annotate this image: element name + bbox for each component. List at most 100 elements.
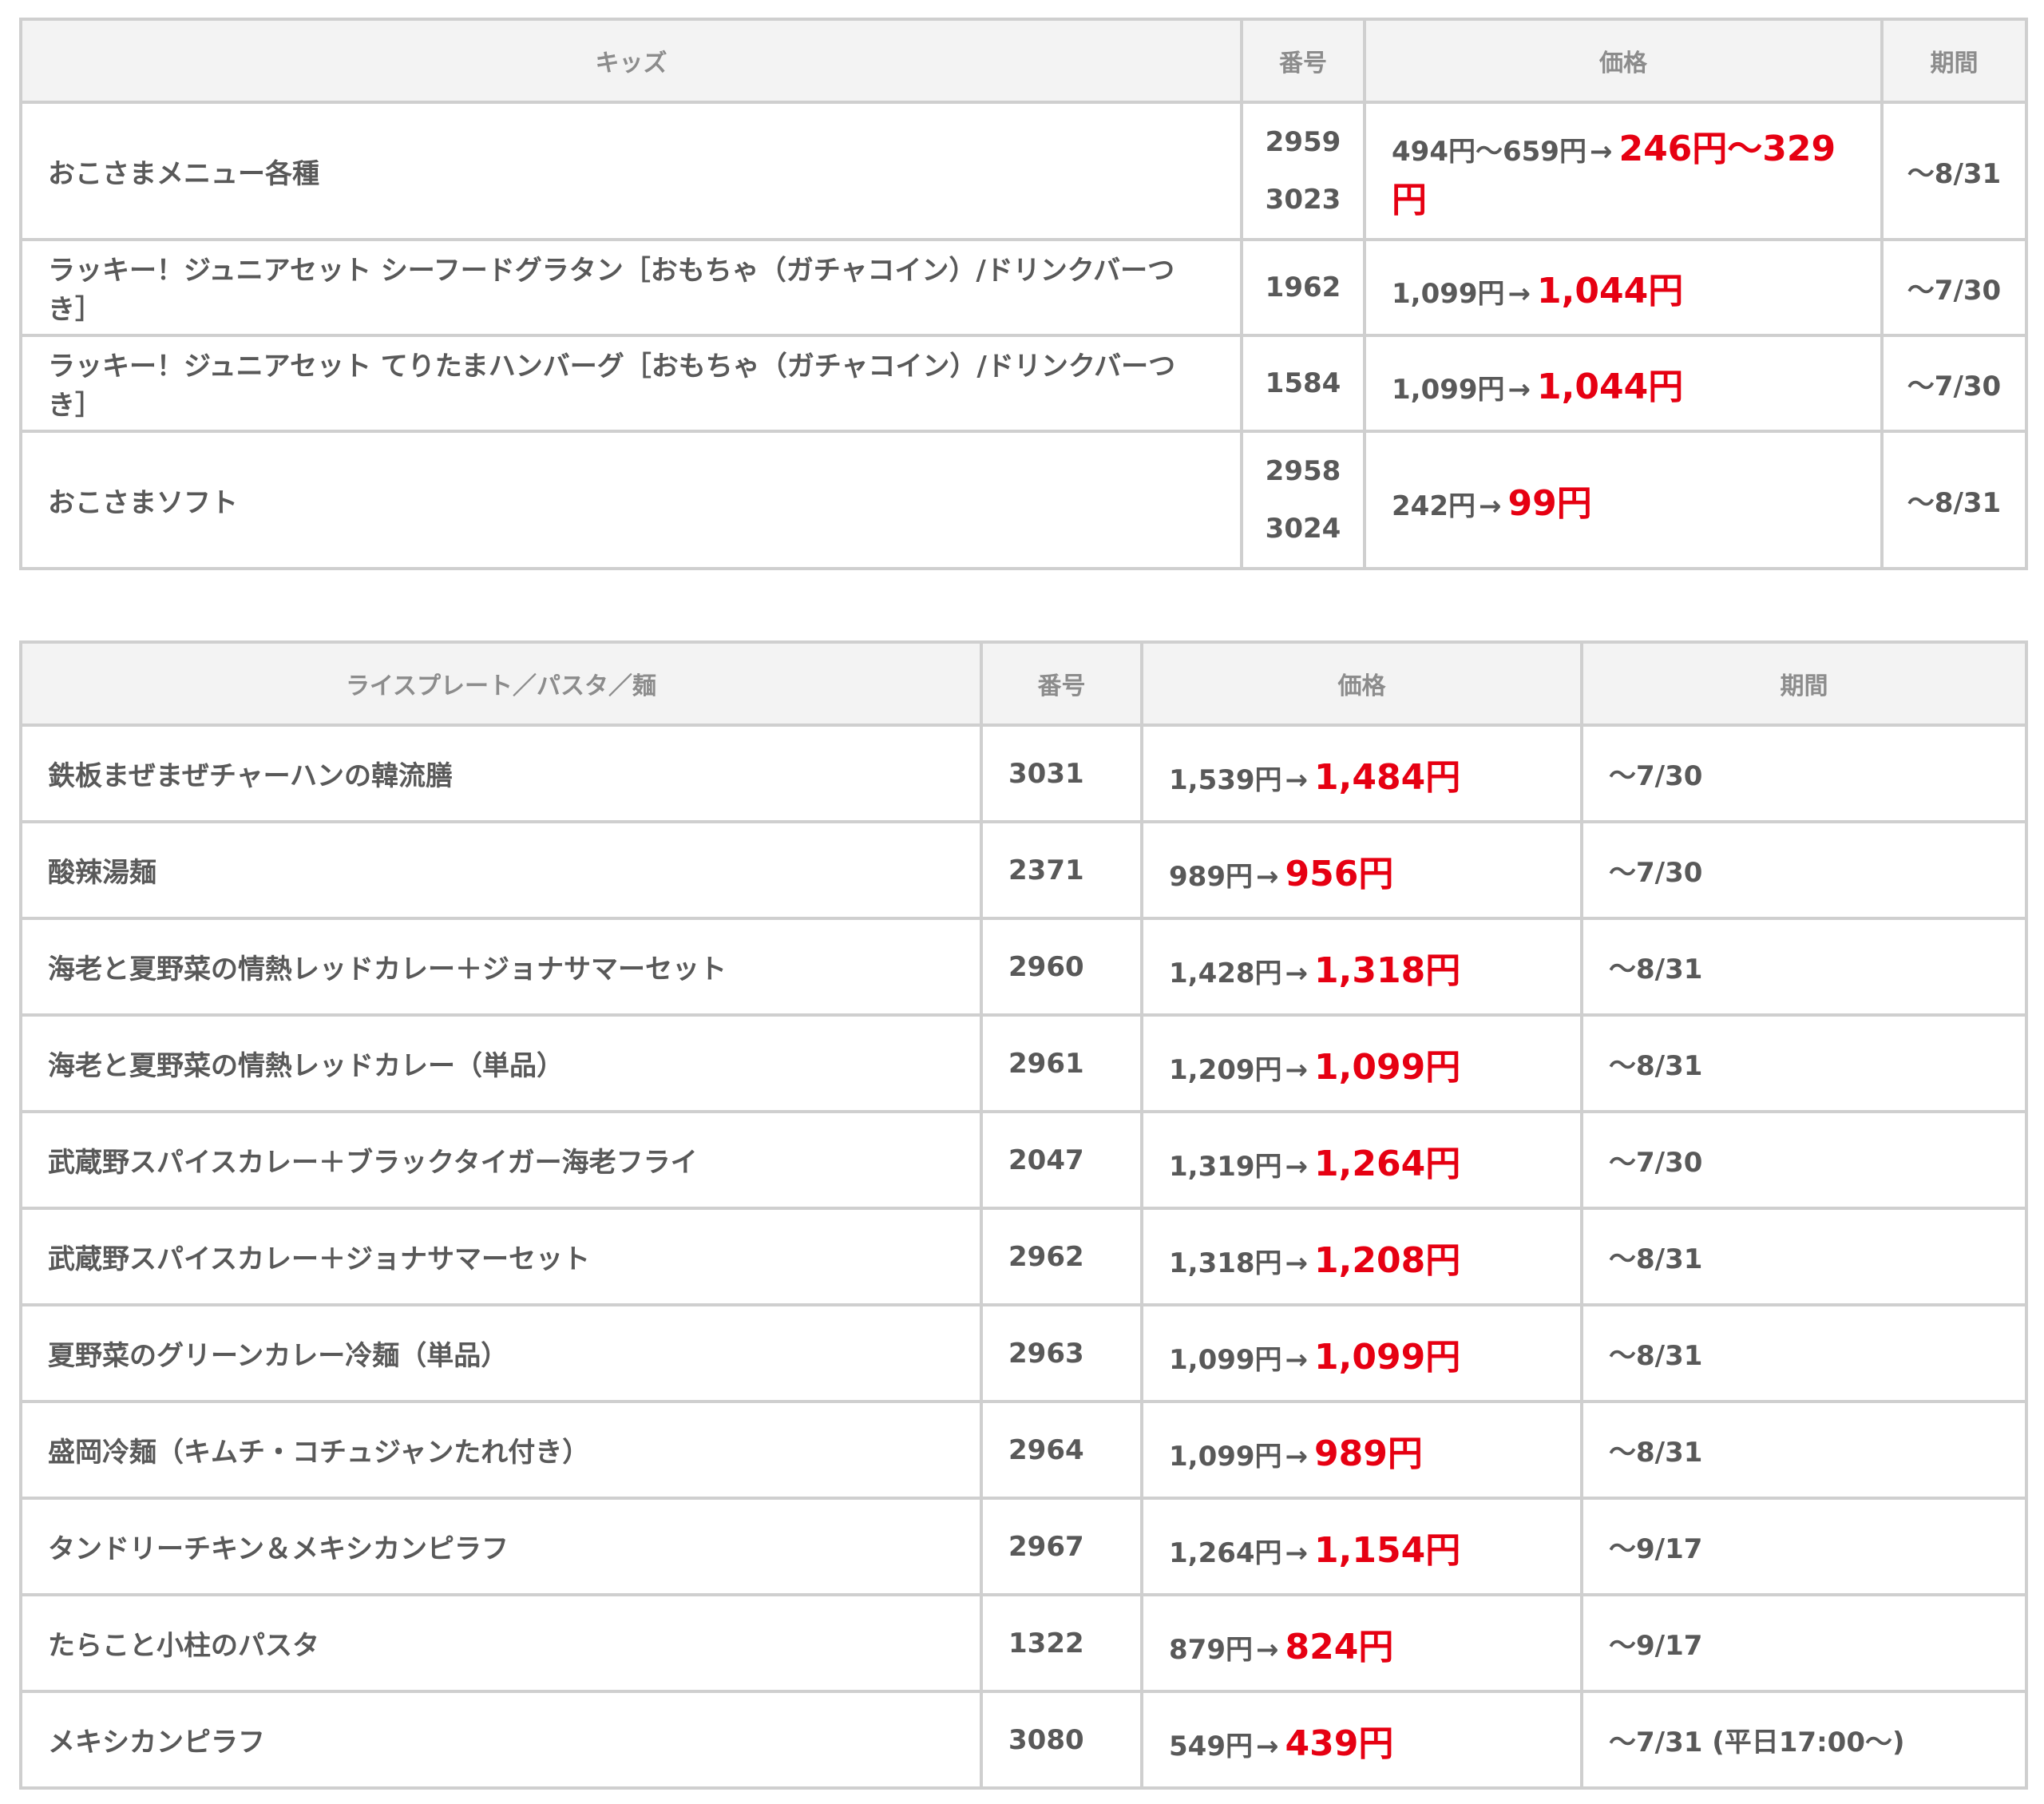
header-period: 期間 bbox=[1580, 640, 2028, 727]
price-cell: 989円 → 956円 bbox=[1140, 820, 1583, 920]
arrow-icon: → bbox=[1285, 1343, 1309, 1376]
table-row: 海老と夏野菜の情熱レッドカレー＋ジョナサマーセット 2960 1,428円 → 1,31… bbox=[19, 917, 2028, 1017]
arrow-icon: → bbox=[1285, 1053, 1309, 1086]
period: ～7/30 bbox=[1580, 1110, 2028, 1210]
old-price: 879円 bbox=[1169, 1633, 1253, 1666]
header-price: 価格 bbox=[1363, 18, 1884, 104]
item-number-cell: 3031 bbox=[980, 724, 1143, 823]
item-name: タンドリーチキン＆メキシカンピラフ bbox=[19, 1497, 983, 1596]
item-name: おこさまソフト bbox=[19, 430, 1243, 570]
item-number-cell: 3080 bbox=[980, 1690, 1143, 1790]
sale-price: 99円 bbox=[1507, 483, 1592, 524]
old-price: 494円～659円 bbox=[1392, 136, 1586, 168]
header-period: 期間 bbox=[1880, 18, 2028, 104]
item-number: 2963 bbox=[1008, 1337, 1084, 1370]
table-row: おこさまメニュー各種 2959 3023 494円～659円 → 246円～329円 ～8/… bbox=[19, 101, 2028, 241]
price-cell: 1,539円 → 1,484円 bbox=[1140, 724, 1583, 823]
arrow-icon: → bbox=[1255, 860, 1279, 893]
rice-pasta-noodle-table: ライスプレート／パスタ／麺 番号 価格 期間 鉄板まぜまぜチャーハンの韓流膳 30… bbox=[19, 640, 2028, 1790]
sale-price: 1,154円 bbox=[1314, 1529, 1461, 1571]
price-cell: 1,319円 → 1,264円 bbox=[1140, 1110, 1583, 1210]
item-name: ラッキー！ジュニアセット シーフードグラタン［おもちゃ（ガチャコイン）/ドリンク… bbox=[19, 238, 1243, 337]
arrow-icon: → bbox=[1478, 490, 1502, 522]
price-cell: 879円 → 824円 bbox=[1140, 1593, 1583, 1693]
item-name: 海老と夏野菜の情熱レッドカレー（単品） bbox=[19, 1013, 983, 1113]
sale-price: 956円 bbox=[1285, 853, 1394, 894]
period: ～8/31 bbox=[1880, 430, 2028, 570]
period: ～7/30 bbox=[1580, 820, 2028, 920]
period: ～8/31 bbox=[1580, 917, 2028, 1017]
sale-price: 1,099円 bbox=[1314, 1336, 1461, 1378]
old-price: 1,099円 bbox=[1169, 1440, 1282, 1473]
item-number-cell: 2958 3024 bbox=[1240, 430, 1366, 570]
price-cell: 494円～659円 → 246円～329円 bbox=[1363, 101, 1884, 241]
old-price: 549円 bbox=[1169, 1730, 1253, 1762]
arrow-icon: → bbox=[1255, 1633, 1279, 1666]
header-category: キッズ bbox=[19, 18, 1243, 104]
period: ～8/31 bbox=[1880, 101, 2028, 241]
table-header-row: ライスプレート／パスタ／麺 番号 価格 期間 bbox=[19, 640, 2028, 727]
old-price: 1,318円 bbox=[1169, 1247, 1282, 1279]
item-name: ラッキー！ジュニアセット てりたまハンバーグ［おもちゃ（ガチャコイン）/ドリンク… bbox=[19, 334, 1243, 433]
item-number: 3031 bbox=[1008, 757, 1084, 790]
item-number-cell: 1584 bbox=[1240, 334, 1366, 433]
item-number: 2962 bbox=[1008, 1240, 1084, 1273]
item-number: 3024 bbox=[1265, 513, 1341, 545]
table-row: 鉄板まぜまぜチャーハンの韓流膳 3031 1,539円 → 1,484円 ～7/30 bbox=[19, 724, 2028, 823]
table-row: ラッキー！ジュニアセット シーフードグラタン［おもちゃ（ガチャコイン）/ドリンク… bbox=[19, 238, 2028, 337]
sale-price: 1,318円 bbox=[1314, 950, 1461, 991]
item-number-cell: 2963 bbox=[980, 1303, 1143, 1403]
item-number: 1962 bbox=[1265, 272, 1341, 303]
price-cell: 1,099円 → 1,044円 bbox=[1363, 334, 1884, 433]
item-number-cell: 2371 bbox=[980, 820, 1143, 920]
item-number: 1322 bbox=[1008, 1627, 1084, 1659]
table-row: 夏野菜のグリーンカレー冷麺（単品） 2963 1,099円 → 1,099円 ～8/31 bbox=[19, 1303, 2028, 1403]
header-number: 番号 bbox=[1240, 18, 1366, 104]
item-number: 3080 bbox=[1008, 1723, 1084, 1756]
sale-price: 989円 bbox=[1314, 1433, 1423, 1474]
item-number: 1584 bbox=[1265, 367, 1341, 399]
arrow-icon: → bbox=[1285, 1440, 1309, 1473]
arrow-icon: → bbox=[1285, 1247, 1309, 1279]
period: ～8/31 bbox=[1580, 1400, 2028, 1500]
price-cell: 1,099円 → 1,044円 bbox=[1363, 238, 1884, 337]
table-row: 盛岡冷麺（キムチ・コチュジャンたれ付き） 2964 1,099円 → 989円 ～8/31 bbox=[19, 1400, 2028, 1500]
old-price: 1,428円 bbox=[1169, 957, 1282, 989]
arrow-icon: → bbox=[1285, 763, 1309, 796]
header-number: 番号 bbox=[980, 640, 1143, 727]
item-name: たらこと小柱のパスタ bbox=[19, 1593, 983, 1693]
table-row: おこさまソフト 2958 3024 242円 → 99円 ～8/31 bbox=[19, 430, 2028, 570]
old-price: 242円 bbox=[1392, 490, 1476, 522]
old-price: 1,539円 bbox=[1169, 763, 1282, 796]
item-name: メキシカンピラフ bbox=[19, 1690, 983, 1790]
old-price: 1,099円 bbox=[1392, 278, 1505, 310]
item-number: 2960 bbox=[1008, 950, 1084, 983]
item-name: 盛岡冷麺（キムチ・コチュジャンたれ付き） bbox=[19, 1400, 983, 1500]
arrow-icon: → bbox=[1507, 278, 1531, 310]
item-number: 2961 bbox=[1008, 1047, 1084, 1080]
price-cell: 1,318円 → 1,208円 bbox=[1140, 1207, 1583, 1306]
item-number: 2967 bbox=[1008, 1530, 1084, 1563]
table-row: たらこと小柱のパスタ 1322 879円 → 824円 ～9/17 bbox=[19, 1593, 2028, 1693]
item-number-cell: 1322 bbox=[980, 1593, 1143, 1693]
period: ～9/17 bbox=[1580, 1497, 2028, 1596]
old-price: 1,099円 bbox=[1392, 374, 1505, 406]
header-price: 価格 bbox=[1140, 640, 1583, 727]
arrow-icon: → bbox=[1285, 1536, 1309, 1569]
item-number: 2047 bbox=[1008, 1144, 1084, 1176]
sale-price: 439円 bbox=[1285, 1723, 1394, 1764]
price-cell: 1,209円 → 1,099円 bbox=[1140, 1013, 1583, 1113]
item-name: 海老と夏野菜の情熱レッドカレー＋ジョナサマーセット bbox=[19, 917, 983, 1017]
item-name: 鉄板まぜまぜチャーハンの韓流膳 bbox=[19, 724, 983, 823]
table-row: タンドリーチキン＆メキシカンピラフ 2967 1,264円 → 1,154円 ～9/17 bbox=[19, 1497, 2028, 1596]
table-row: 酸辣湯麺 2371 989円 → 956円 ～7/30 bbox=[19, 820, 2028, 920]
old-price: 989円 bbox=[1169, 860, 1253, 893]
sale-price: 824円 bbox=[1285, 1626, 1394, 1667]
item-number-cell: 2047 bbox=[980, 1110, 1143, 1210]
arrow-icon: → bbox=[1285, 1150, 1309, 1183]
item-number-cell: 2962 bbox=[980, 1207, 1143, 1306]
price-cell: 242円 → 99円 bbox=[1363, 430, 1884, 570]
period: ～8/31 bbox=[1580, 1303, 2028, 1403]
item-number: 2958 bbox=[1265, 455, 1341, 487]
sale-price: 1,484円 bbox=[1314, 756, 1461, 798]
